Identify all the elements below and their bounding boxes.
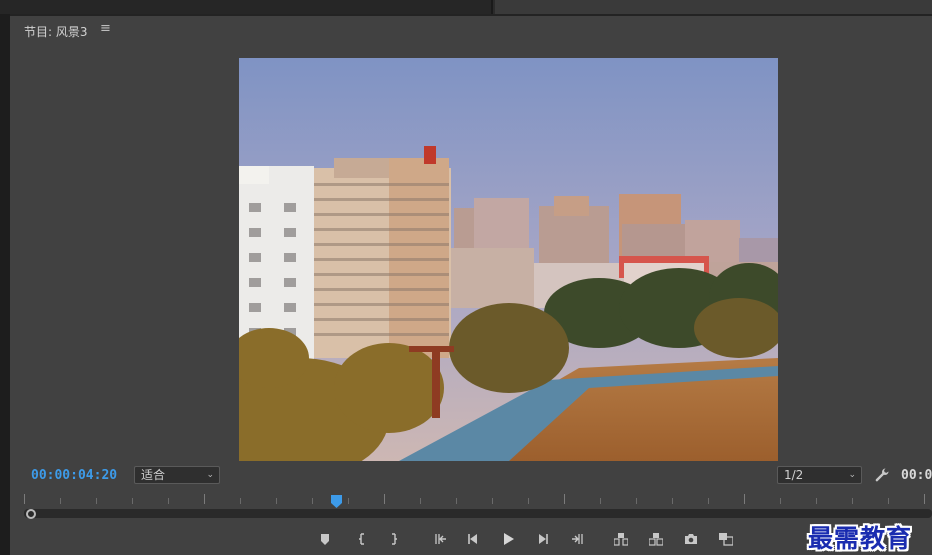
ruler-tick (636, 498, 637, 504)
ruler-tick (780, 498, 781, 504)
ruler-tick (852, 498, 853, 504)
extract-button[interactable] (645, 528, 667, 550)
ruler-tick (924, 494, 925, 504)
ruler-tick (600, 498, 601, 504)
chevron-down-icon: ⌄ (206, 470, 214, 480)
playback-resolution-select[interactable]: 1/2 ⌄ (777, 466, 862, 484)
wrench-icon[interactable] (873, 466, 891, 484)
playback-resolution-value: 1/2 (784, 468, 804, 482)
panel-title[interactable]: 节目: 风景3 (24, 23, 88, 40)
lift-button[interactable] (610, 528, 632, 550)
playhead-icon[interactable] (331, 494, 343, 508)
transport-controls (10, 528, 932, 552)
extract-icon (649, 533, 663, 546)
mark-out-icon (392, 533, 397, 545)
watermark-logo: 最需教育 (808, 524, 913, 553)
chevron-down-icon: ⌄ (848, 470, 856, 480)
play-icon (504, 533, 514, 545)
current-timecode[interactable]: 00:00:04:20 (31, 468, 117, 483)
top-panel-strip (0, 0, 932, 14)
ruler-tick (312, 498, 313, 504)
ruler-tick (204, 494, 205, 504)
ruler-tick (96, 498, 97, 504)
go-to-out-button[interactable] (567, 528, 589, 550)
zoom-scrollbar[interactable] (24, 509, 932, 518)
video-frame (239, 58, 778, 461)
go-to-out-icon (572, 534, 583, 544)
duration-timecode: 00:00 (901, 468, 932, 483)
ruler-tick (240, 498, 241, 504)
export-frame-button[interactable] (680, 528, 702, 550)
left-panel-edge (0, 14, 10, 555)
program-monitor-panel: 节目: 风景3 ≡ 00:00:04:20 适合 ⌄ 1/2 ⌄ 00:0 最需… (10, 16, 932, 555)
add-marker-button[interactable] (314, 528, 336, 550)
step-forward-icon (539, 534, 548, 544)
comparison-view-button[interactable] (715, 528, 737, 550)
ruler-tick (420, 498, 421, 504)
panel-menu-icon[interactable]: ≡ (100, 21, 111, 36)
ruler-tick (492, 498, 493, 504)
ruler-tick (528, 498, 529, 504)
ruler-tick (384, 494, 385, 504)
ruler-tick (24, 494, 25, 504)
step-back-icon (468, 534, 477, 544)
ruler-tick (348, 498, 349, 504)
camera-icon (685, 534, 697, 544)
ruler-tick (888, 498, 889, 504)
go-to-in-icon (435, 534, 446, 544)
play-button[interactable] (497, 528, 519, 550)
top-strip-right (495, 0, 932, 14)
go-to-in-button[interactable] (429, 528, 451, 550)
ruler-tick (744, 494, 745, 504)
mark-in-icon (359, 533, 364, 545)
ruler-tick (132, 498, 133, 504)
fit-zoom-select[interactable]: 适合 ⌄ (134, 466, 220, 484)
scrollbar-handle[interactable] (26, 509, 36, 519)
ruler-tick (456, 498, 457, 504)
top-strip-left (0, 0, 493, 14)
landscape-frame-image (239, 58, 778, 461)
ruler-tick (672, 498, 673, 504)
ruler-tick (60, 498, 61, 504)
fit-zoom-value: 适合 (141, 468, 166, 482)
mark-out-button[interactable] (383, 528, 405, 550)
time-ruler[interactable] (24, 494, 932, 508)
ruler-tick (564, 494, 565, 504)
mark-in-button[interactable] (351, 528, 373, 550)
monitor-area (10, 42, 932, 477)
ruler-tick (708, 498, 709, 504)
step-back-button[interactable] (462, 528, 484, 550)
step-forward-button[interactable] (532, 528, 554, 550)
comparison-icon (719, 533, 733, 546)
ruler-tick (276, 498, 277, 504)
lift-icon (614, 533, 628, 546)
ruler-tick (816, 498, 817, 504)
ruler-tick (168, 498, 169, 504)
marker-icon (321, 534, 329, 545)
